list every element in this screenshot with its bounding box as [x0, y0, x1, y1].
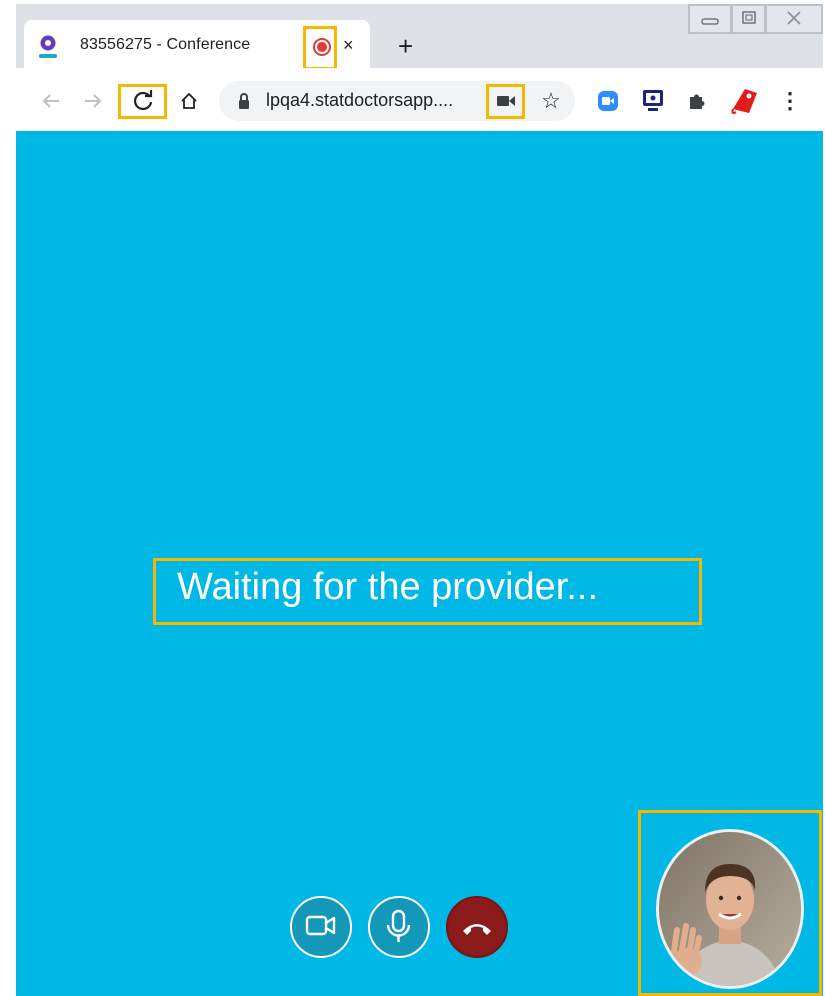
camera-indicator-highlight-box [486, 84, 525, 119]
forward-button[interactable] [80, 88, 106, 114]
home-icon [181, 92, 197, 109]
end-call-button[interactable] [446, 896, 508, 958]
camera-toggle-button[interactable] [290, 896, 352, 958]
conference-favicon-icon [37, 34, 59, 60]
zoom-extension-icon[interactable] [596, 89, 620, 113]
red-tag-extension-icon[interactable] [726, 84, 762, 118]
window-controls [688, 4, 823, 36]
screen-share-extension-icon[interactable] [640, 87, 666, 115]
hang-up-icon [463, 924, 491, 935]
close-window-button[interactable] [766, 4, 823, 34]
back-button[interactable] [38, 88, 64, 114]
back-arrow-icon [42, 94, 59, 108]
microphone-icon [386, 909, 411, 942]
forward-arrow-icon [85, 94, 102, 108]
minimize-button[interactable] [688, 4, 732, 34]
close-window-icon [766, 4, 823, 34]
home-button[interactable] [176, 88, 202, 114]
browser-menu-button[interactable]: ⋮ [779, 86, 801, 116]
new-tab-button[interactable]: + [398, 33, 413, 59]
bookmark-star-button[interactable]: ☆ [538, 87, 564, 115]
reload-highlight-box [118, 84, 167, 119]
tab-title: 83556275 - Conference [80, 36, 251, 53]
puzzle-extensions-icon[interactable] [685, 88, 709, 114]
maximize-icon [732, 4, 766, 34]
self-view-video [656, 829, 804, 989]
waiting-status-text: Waiting for the provider... [177, 566, 599, 608]
minimize-icon [688, 4, 732, 34]
lock-icon [236, 91, 252, 111]
maximize-button[interactable] [732, 4, 766, 34]
video-camera-icon [305, 915, 336, 936]
recording-highlight-box [303, 26, 337, 70]
tab-close-button[interactable]: × [343, 33, 354, 57]
microphone-toggle-button[interactable] [368, 896, 430, 958]
participant-avatar [659, 832, 801, 986]
url-text: lpqa4.statdoctorsapp.... [266, 90, 454, 110]
